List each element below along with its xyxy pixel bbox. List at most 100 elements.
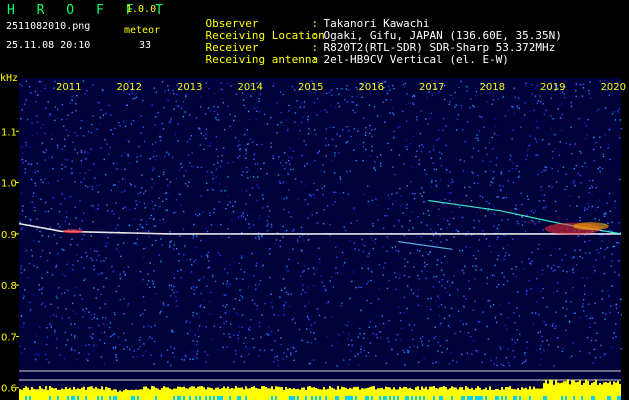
- noise-pixel: [448, 315, 451, 317]
- noise-pixel: [388, 85, 390, 87]
- noise-pixel: [59, 354, 61, 356]
- noise-pixel: [136, 238, 138, 240]
- noise-pixel: [363, 245, 366, 247]
- noise-pixel: [461, 353, 463, 356]
- noise-pixel: [600, 146, 602, 148]
- level-column: [277, 386, 279, 400]
- noise-pixel: [352, 271, 354, 273]
- noise-pixel: [32, 192, 35, 194]
- noise-pixel: [222, 282, 225, 285]
- noise-pixel: [128, 140, 130, 143]
- noise-pixel: [109, 322, 112, 324]
- noise-pixel: [197, 127, 200, 129]
- noise-pixel: [25, 141, 27, 144]
- noise-pixel: [268, 215, 270, 218]
- noise-pixel: [78, 352, 80, 354]
- noise-pixel: [145, 223, 148, 226]
- noise-pixel: [25, 144, 27, 147]
- noise-pixel: [487, 338, 490, 340]
- level-base: [513, 396, 515, 400]
- noise-pixel: [217, 106, 219, 108]
- noise-pixel: [354, 355, 357, 357]
- noise-pixel: [620, 314, 622, 316]
- noise-pixel: [368, 252, 370, 255]
- noise-pixel: [570, 301, 572, 303]
- noise-pixel: [416, 150, 418, 152]
- noise-pixel: [318, 258, 321, 260]
- level-base: [289, 396, 291, 400]
- noise-pixel: [187, 185, 189, 187]
- noise-pixel: [143, 248, 145, 250]
- noise-pixel: [182, 228, 185, 230]
- noise-pixel: [25, 215, 27, 218]
- noise-pixel: [185, 95, 187, 98]
- noise-pixel: [160, 260, 162, 263]
- level-column: [421, 386, 423, 400]
- noise-pixel: [124, 125, 127, 127]
- noise-pixel: [437, 295, 439, 297]
- noise-pixel: [108, 153, 110, 156]
- level-column: [149, 389, 151, 400]
- level-base: [25, 396, 27, 400]
- level-base: [469, 396, 471, 400]
- noise-pixel: [459, 330, 462, 333]
- noise-pixel: [477, 250, 480, 252]
- noise-pixel: [442, 203, 444, 205]
- noise-pixel: [303, 101, 306, 103]
- noise-pixel: [572, 269, 574, 271]
- level-base: [101, 396, 103, 400]
- noise-pixel: [155, 91, 158, 94]
- noise-pixel: [160, 355, 162, 357]
- noise-pixel: [79, 227, 81, 230]
- noise-pixel: [408, 324, 411, 326]
- noise-pixel: [463, 272, 465, 274]
- noise-pixel: [308, 194, 311, 196]
- noise-pixel: [386, 236, 389, 238]
- noise-pixel: [500, 173, 502, 175]
- noise-pixel: [450, 211, 453, 213]
- noise-pixel: [47, 101, 49, 103]
- noise-pixel: [339, 176, 341, 178]
- noise-pixel: [585, 315, 588, 317]
- noise-pixel: [371, 150, 373, 152]
- noise-pixel: [148, 338, 150, 340]
- noise-pixel: [517, 176, 520, 178]
- noise-pixel: [149, 336, 151, 338]
- noise-pixel: [74, 349, 76, 351]
- noise-pixel: [194, 355, 196, 358]
- noise-pixel: [581, 95, 584, 97]
- noise-pixel: [150, 326, 152, 328]
- noise-pixel: [438, 361, 440, 364]
- noise-pixel: [497, 196, 500, 198]
- noise-pixel: [288, 211, 290, 213]
- noise-pixel: [346, 126, 348, 128]
- noise-pixel: [170, 345, 172, 348]
- noise-pixel: [346, 131, 349, 133]
- noise-pixel: [491, 136, 493, 139]
- level-base: [441, 396, 443, 400]
- noise-pixel: [170, 284, 173, 287]
- noise-pixel: [607, 128, 610, 130]
- level-column: [425, 386, 427, 400]
- noise-pixel: [608, 94, 611, 96]
- noise-pixel: [617, 242, 620, 244]
- noise-pixel: [40, 303, 43, 306]
- level-column: [571, 380, 573, 400]
- noise-pixel: [341, 251, 344, 254]
- noise-pixel: [140, 115, 142, 117]
- noise-pixel: [256, 304, 258, 307]
- noise-pixel: [506, 328, 508, 330]
- noise-pixel: [417, 216, 419, 218]
- noise-pixel: [491, 274, 494, 276]
- noise-pixel: [304, 305, 306, 307]
- noise-pixel: [501, 170, 503, 172]
- noise-pixel: [393, 87, 395, 90]
- noise-pixel: [159, 133, 161, 135]
- noise-pixel: [313, 332, 315, 334]
- noise-pixel: [608, 129, 611, 131]
- level-base: [85, 396, 87, 400]
- level-column: [579, 379, 581, 400]
- noise-pixel: [183, 254, 185, 256]
- noise-pixel: [290, 354, 292, 356]
- noise-pixel: [525, 289, 528, 291]
